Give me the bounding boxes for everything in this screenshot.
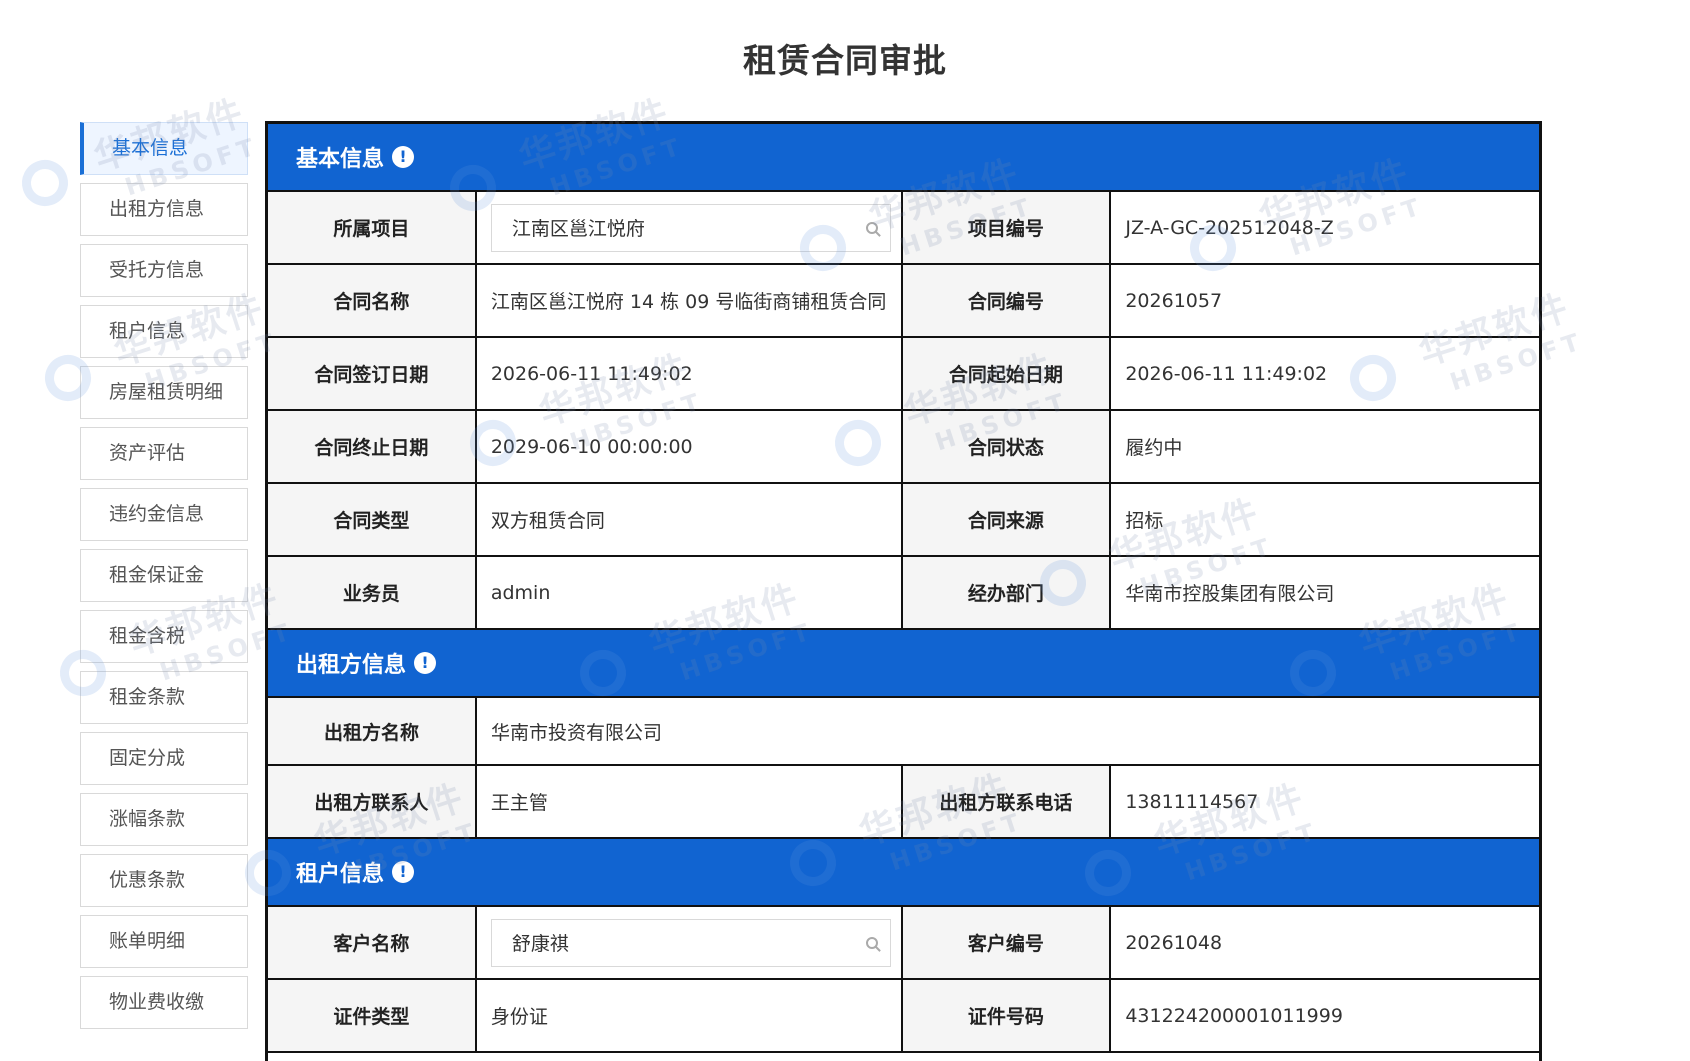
field-value: 2026-06-11 11:49:02 (477, 338, 903, 409)
field-value: 招标 (1125, 510, 1164, 532)
field-value: 20261048 (1125, 931, 1223, 954)
field-value: 双方租赁合同 (477, 484, 903, 555)
customer-search-input[interactable]: 舒康祺 (490, 918, 891, 967)
search-icon[interactable] (865, 221, 878, 234)
page-title: 租赁合同审批 (743, 41, 947, 80)
table-row: 客户名称 舒康祺 客户编号 20261048 (268, 907, 1539, 980)
search-icon[interactable] (865, 936, 878, 949)
field-label: 出租方联系人 (268, 766, 477, 837)
field-label: 出租方名称 (268, 698, 478, 764)
watermark-logo-icon (16, 154, 74, 212)
field-label: 客户名称 (268, 907, 477, 978)
field-label: 合同状态 (902, 411, 1112, 482)
field-label: 合同签订日期 (268, 338, 477, 409)
field-label: 业务员 (268, 557, 477, 628)
field-value: 2026-06-11 11:49:02 (1125, 362, 1328, 385)
field-value: 身份证 (477, 980, 903, 1051)
field-label: 客户编号 (902, 907, 1112, 978)
table-row: 出租方联系人 王主管 出租方联系电话 13811114567 (268, 766, 1539, 839)
table-row: 所属项目 江南区邕江悦府 项目编号 JZ-A-GC-202512048-Z (268, 192, 1539, 265)
field-label: 所属项目 (268, 192, 477, 263)
sidebar-item-bill-detail[interactable]: 账单明细 (80, 915, 248, 968)
field-value: 华南市控股集团有限公司 (1125, 583, 1335, 605)
field-label: 证件类型 (268, 980, 477, 1051)
sidebar-item-rent-tax[interactable]: 租金含税 (80, 610, 248, 663)
field-value: admin (477, 557, 903, 628)
sidebar-item-rent-deposit[interactable]: 租金保证金 (80, 549, 248, 602)
table-row: 合同名称 江南区邕江悦府 14 栋 09 号临街商铺租赁合同 合同编号 2026… (268, 265, 1539, 338)
section-header-tenant-info: 租户信息 ! (268, 839, 1539, 907)
field-value: JZ-A-GC-202512048-Z (1125, 216, 1334, 239)
field-label: 合同类型 (268, 484, 477, 555)
project-search-input[interactable]: 江南区邕江悦府 (490, 203, 891, 252)
table-row: 证件类型 身份证 证件号码 431224200001011999 (268, 980, 1539, 1053)
table-row: 合同终止日期 2029-06-10 00:00:00 合同状态 履约中 (268, 411, 1539, 484)
field-value: 20261057 (1125, 289, 1223, 312)
sidebar-item-discount-terms[interactable]: 优惠条款 (80, 854, 248, 907)
project-input-value: 江南区邕江悦府 (511, 218, 645, 240)
field-value: 431224200001011999 (1125, 1004, 1343, 1027)
sidebar-nav: 基本信息 出租方信息 受托方信息 租户信息 房屋租赁明细 资产评估 违约金信息 … (80, 122, 253, 1037)
section-header-basic-info: 基本信息 ! (268, 124, 1539, 192)
sidebar-item-house-lease-detail[interactable]: 房屋租赁明细 (80, 366, 248, 419)
field-label: 经办部门 (902, 557, 1112, 628)
field-label: 合同起始日期 (902, 338, 1112, 409)
sidebar-item-asset-evaluation[interactable]: 资产评估 (80, 427, 248, 480)
field-value: 华南市投资有限公司 (491, 721, 663, 744)
customer-input-value: 舒康祺 (511, 933, 569, 955)
section-title: 出租方信息 (296, 653, 407, 678)
info-icon: ! (392, 146, 415, 168)
sidebar-item-trustee-info[interactable]: 受托方信息 (80, 244, 248, 297)
field-label: 合同来源 (902, 484, 1112, 555)
field-value: 13811114567 (1125, 790, 1259, 813)
sidebar-item-lessor-info[interactable]: 出租方信息 (80, 183, 248, 236)
field-value-cell: 江南区邕江悦府 (477, 192, 903, 263)
contract-detail-panel: 基本信息 ! 所属项目 江南区邕江悦府 项目编号 JZ-A-GC-2025120… (265, 121, 1542, 1061)
table-row: 业务员 admin 经办部门 华南市控股集团有限公司 (268, 557, 1539, 630)
section-title: 基本信息 (296, 147, 385, 172)
sidebar-item-penalty-info[interactable]: 违约金信息 (80, 488, 248, 541)
field-label: 合同名称 (268, 265, 477, 336)
field-value: 履约中 (1125, 437, 1183, 459)
table-row: 合同签订日期 2026-06-11 11:49:02 合同起始日期 2026-0… (268, 338, 1539, 411)
table-row: 合同类型 双方租赁合同 合同来源 招标 (268, 484, 1539, 557)
field-value: 王主管 (477, 766, 903, 837)
field-label: 出租方联系电话 (902, 766, 1112, 837)
info-icon: ! (392, 861, 415, 883)
sidebar-item-property-fee[interactable]: 物业费收缴 (80, 976, 248, 1029)
sidebar-item-tenant-info[interactable]: 租户信息 (80, 305, 248, 358)
field-value: 2029-06-10 00:00:00 (477, 411, 903, 482)
field-value-cell: 舒康祺 (477, 907, 903, 978)
field-value: 江南区邕江悦府 14 栋 09 号临街商铺租赁合同 (477, 265, 903, 336)
field-label: 项目编号 (902, 192, 1112, 263)
sidebar-item-fixed-share[interactable]: 固定分成 (80, 732, 248, 785)
field-label: 合同编号 (902, 265, 1112, 336)
sidebar-item-basic-info[interactable]: 基本信息 (80, 122, 248, 175)
field-label: 证件号码 (902, 980, 1112, 1051)
sidebar-item-rent-terms[interactable]: 租金条款 (80, 671, 248, 724)
section-header-lessor-info: 出租方信息 ! (268, 630, 1539, 698)
field-label: 合同终止日期 (268, 411, 477, 482)
sidebar-item-increase-terms[interactable]: 涨幅条款 (80, 793, 248, 846)
section-title: 租户信息 (296, 862, 385, 887)
info-icon: ! (414, 652, 437, 674)
table-row: 出租方名称 华南市投资有限公司 (268, 698, 1539, 766)
